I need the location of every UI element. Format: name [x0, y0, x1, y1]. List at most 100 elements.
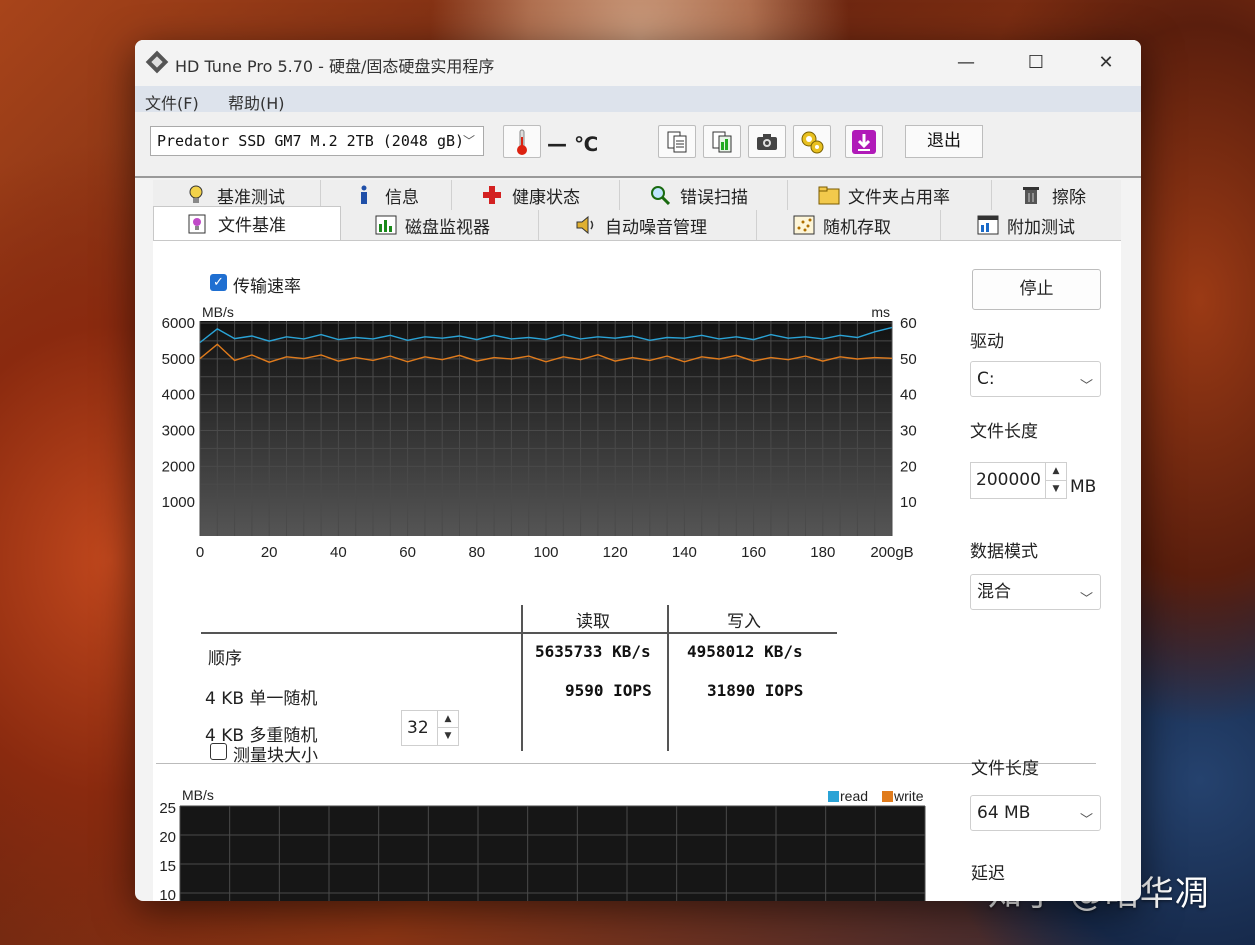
speaker-icon [575, 215, 594, 235]
block-file-length-label: 文件长度 [971, 759, 1039, 779]
tab-random-access[interactable]: 随机存取 [757, 210, 941, 240]
stepper-arrows[interactable]: ▲ ▼ [1045, 463, 1066, 498]
temperature-button[interactable] [503, 125, 541, 158]
tab-folder-usage[interactable]: 文件夹占用率 [788, 180, 992, 210]
screenshot-button[interactable] [748, 125, 786, 158]
y-tick: 20 [159, 829, 176, 846]
lightbulb-icon [187, 185, 205, 205]
tab-noise-management[interactable]: 自动噪音管理 [539, 210, 757, 240]
chevron-down-icon: ﹀ [1080, 813, 1094, 828]
exit-button[interactable]: 退出 [905, 125, 983, 158]
save-button[interactable] [845, 125, 883, 158]
menu-help[interactable]: 帮助(H) [228, 90, 285, 114]
up-arrow-icon[interactable]: ▲ [438, 711, 458, 728]
minimize-button[interactable]: — [943, 48, 989, 78]
down-arrow-icon[interactable]: ▼ [438, 728, 458, 745]
legend-swatch [828, 791, 839, 802]
block-file-length-dropdown[interactable]: 64 MB ﹀ [970, 795, 1101, 831]
file-length-unit: MB [1070, 477, 1097, 497]
y-left-unit: MB/s [202, 304, 234, 320]
legend-label: read [840, 788, 868, 804]
thermometer-icon [517, 129, 527, 155]
copy-image-button[interactable] [703, 125, 741, 158]
toolbar: Predator SSD GM7 M.2 2TB (2048 gB) ﹀ — ℃… [135, 112, 1141, 178]
tab-label: 基准测试 [217, 187, 285, 208]
tab-erase[interactable]: 擦除 [992, 180, 1121, 210]
drive-dropdown-value: C: [977, 369, 995, 389]
sequential-label: 顺序 [208, 649, 242, 669]
trash-icon [1022, 185, 1040, 205]
bar-chart-icon [375, 215, 397, 235]
block-size-label: 测量块大小 [233, 746, 318, 766]
chevron-down-icon: ﹀ [1080, 592, 1094, 607]
table-divider [521, 605, 523, 751]
y-left-tick: 4000 [162, 387, 195, 404]
y-right-tick: 20 [900, 458, 917, 475]
magnifier-icon [650, 185, 671, 206]
data-mode-value: 混合 [977, 582, 1011, 602]
x-tick: 40 [330, 544, 347, 561]
tab-error-scan[interactable]: 错误扫描 [620, 180, 788, 210]
temperature-readout: — ℃ [547, 132, 599, 156]
health-cross-icon [482, 185, 501, 205]
table-header-rule [201, 632, 837, 634]
download-icon [852, 129, 876, 154]
plot-area [180, 806, 925, 901]
legend-swatch [882, 791, 893, 802]
y-tick: 15 [159, 858, 176, 875]
folder-icon [818, 185, 840, 205]
extra-tests-icon [977, 215, 999, 235]
down-arrow-icon[interactable]: ▼ [1046, 481, 1066, 499]
tab-disk-monitor[interactable]: 磁盘监视器 [341, 210, 539, 240]
sequential-read-value: 5635733 KB/s [535, 642, 651, 661]
drive-select[interactable]: Predator SSD GM7 M.2 2TB (2048 gB) ﹀ [150, 126, 484, 156]
info-icon [355, 185, 373, 205]
menu-file[interactable]: 文件(F) [145, 90, 199, 114]
read-column-header: 读取 [576, 612, 610, 632]
tab-file-benchmark[interactable]: 文件基准 [153, 206, 341, 240]
y-right-tick: 60 [900, 315, 917, 332]
close-button[interactable]: ✕ [1083, 48, 1129, 78]
stepper-arrows[interactable]: ▲ ▼ [437, 711, 458, 745]
file-length-label: 文件长度 [970, 422, 1038, 442]
y-unit: MB/s [182, 787, 214, 803]
y-right-tick: 10 [900, 494, 917, 511]
tab-health[interactable]: 健康状态 [452, 180, 620, 210]
queue-depth-value: 32 [407, 718, 429, 738]
x-tick: 120 [603, 544, 628, 561]
legend-label: write [893, 788, 924, 804]
chevron-down-icon: ﹀ [463, 134, 476, 148]
tab-label: 附加测试 [1007, 217, 1075, 238]
copy-text-button[interactable] [658, 125, 696, 158]
title-bar: HD Tune Pro 5.70 - 硬盘/固态硬盘实用程序 — ☐ ✕ [135, 40, 1141, 86]
menu-bar: 文件(F) 帮助(H) [135, 86, 1141, 114]
x-tick: 140 [672, 544, 697, 561]
y-left-tick: 5000 [162, 351, 195, 368]
data-mode-dropdown[interactable]: 混合 ﹀ [970, 574, 1101, 610]
stop-button[interactable]: 停止 [972, 269, 1101, 310]
tab-label: 错误扫描 [680, 187, 748, 208]
transfer-rate-chart: 6000500040003000200010006050403020100 20 4… [162, 304, 917, 561]
up-arrow-icon[interactable]: ▲ [1046, 463, 1066, 481]
camera-icon [757, 133, 777, 150]
options-button[interactable] [793, 125, 831, 158]
y-left-tick: 1000 [162, 494, 195, 511]
x-tick: 60 [399, 544, 416, 561]
single-random-label: 4 KB 单一随机 [205, 689, 318, 709]
tab-extra-tests[interactable]: 附加测试 [941, 210, 1121, 240]
write-column-header: 写入 [727, 612, 761, 632]
transfer-rate-checkbox[interactable]: ✓ [210, 274, 227, 291]
tab-label: 随机存取 [823, 217, 891, 238]
tab-label: 信息 [385, 187, 419, 208]
y-right-tick: 30 [900, 423, 917, 440]
block-size-checkbox[interactable] [210, 743, 227, 760]
options-icon [801, 131, 824, 153]
maximize-button[interactable]: ☐ [1013, 48, 1059, 78]
queue-depth-stepper[interactable]: 32 ▲ ▼ [401, 710, 459, 746]
file-length-stepper[interactable]: 200000 ▲ ▼ [970, 462, 1067, 499]
y-left-tick: 3000 [162, 423, 195, 440]
drive-dropdown[interactable]: C: ﹀ [970, 361, 1101, 397]
x-tick: 20 [261, 544, 278, 561]
y-left-tick: 6000 [162, 315, 195, 332]
file-benchmark-panel: ✓ 传输速率 6000 5000 4000 3000 2000 1000 60 50 40 30 2… [153, 240, 1121, 901]
